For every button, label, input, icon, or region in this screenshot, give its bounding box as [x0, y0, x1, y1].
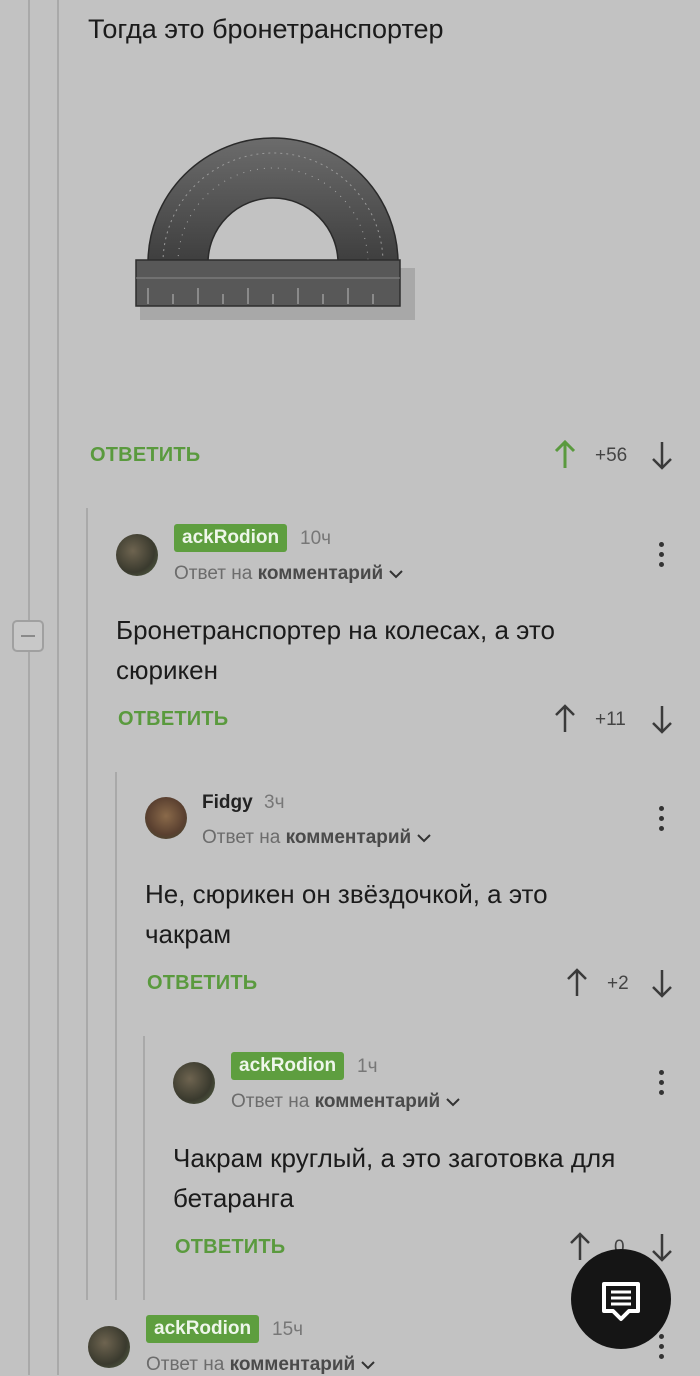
reply-to-link[interactable]: комментарий	[230, 1354, 356, 1375]
comment-text: Не, сюрикен он звёздочкой, а это чакрам	[145, 879, 548, 949]
reply-button[interactable]: ОТВЕТИТЬ	[118, 708, 228, 731]
reply-to-prefix: Ответ на	[202, 827, 281, 848]
comment-time: 3ч	[264, 792, 285, 813]
thread-line	[115, 772, 117, 1300]
username[interactable]: Fidgy	[202, 792, 253, 814]
comment-text: Чакрам круглый, а это заготовка для бета…	[173, 1143, 616, 1213]
comment-time: 1ч	[357, 1056, 378, 1077]
comment-fab-button[interactable]	[571, 1249, 671, 1349]
comment-time: 10ч	[300, 528, 332, 549]
avatar[interactable]	[145, 797, 187, 839]
comment-text: Бронетранспортер на колесах, а это сюрик…	[116, 615, 555, 685]
reply-to-info[interactable]: Ответ на комментарий	[146, 1354, 375, 1376]
avatar[interactable]	[88, 1326, 130, 1368]
reply-to-link[interactable]: комментарий	[315, 1091, 441, 1112]
collapse-thread-button[interactable]	[12, 620, 44, 652]
reply-to-prefix: Ответ на	[146, 1354, 225, 1375]
arrow-down-icon	[652, 442, 672, 470]
chevron-down-icon	[416, 834, 431, 843]
downvote-button[interactable]	[650, 968, 674, 1003]
comment-image-protractor	[128, 128, 418, 328]
chevron-down-icon	[360, 1361, 375, 1370]
avatar[interactable]	[173, 1062, 215, 1104]
comment-score: +56	[595, 445, 628, 466]
comment-score: +11	[595, 709, 626, 730]
reply-to-info[interactable]: Ответ на комментарий	[202, 827, 431, 849]
more-vertical-icon[interactable]	[659, 1070, 665, 1100]
arrow-down-icon	[652, 706, 672, 734]
reply-to-prefix: Ответ на	[174, 563, 253, 584]
arrow-down-icon	[652, 970, 672, 998]
thread-line	[28, 0, 30, 1375]
reply-button[interactable]: ОТВЕТИТЬ	[175, 1236, 285, 1259]
comment-icon	[602, 1282, 640, 1321]
comment-time: 15ч	[272, 1319, 304, 1340]
reply-to-link[interactable]: комментарий	[286, 827, 412, 848]
reply-to-info[interactable]: Ответ на комментарий	[231, 1091, 460, 1113]
reply-to-info[interactable]: Ответ на комментарий	[174, 563, 403, 585]
username-badge[interactable]: ackRodion	[174, 524, 288, 552]
reply-to-prefix: Ответ на	[231, 1091, 310, 1112]
thread-line	[57, 0, 59, 1375]
downvote-button[interactable]	[650, 704, 674, 739]
avatar[interactable]	[116, 534, 158, 576]
arrow-up-icon	[567, 968, 587, 996]
more-vertical-icon[interactable]	[659, 542, 665, 572]
thread-line	[86, 508, 88, 1300]
username-badge[interactable]: ackRodion	[146, 1315, 260, 1343]
comment-score: +2	[607, 973, 629, 994]
reply-to-link[interactable]: комментарий	[258, 563, 384, 584]
thread-line	[143, 1036, 145, 1300]
upvote-button[interactable]	[565, 968, 589, 1003]
upvote-button[interactable]	[553, 704, 577, 739]
comment-text: Тогда это бронетранспортер	[88, 14, 444, 44]
upvote-button[interactable]	[553, 439, 577, 475]
arrow-up-icon	[554, 439, 576, 468]
downvote-button[interactable]	[650, 440, 674, 475]
reply-button[interactable]: ОТВЕТИТЬ	[90, 444, 200, 467]
chevron-down-icon	[445, 1098, 460, 1107]
more-vertical-icon[interactable]	[659, 806, 665, 836]
arrow-up-icon	[555, 704, 575, 732]
chevron-down-icon	[388, 570, 403, 579]
username-badge[interactable]: ackRodion	[231, 1052, 345, 1080]
reply-button[interactable]: ОТВЕТИТЬ	[147, 972, 257, 995]
